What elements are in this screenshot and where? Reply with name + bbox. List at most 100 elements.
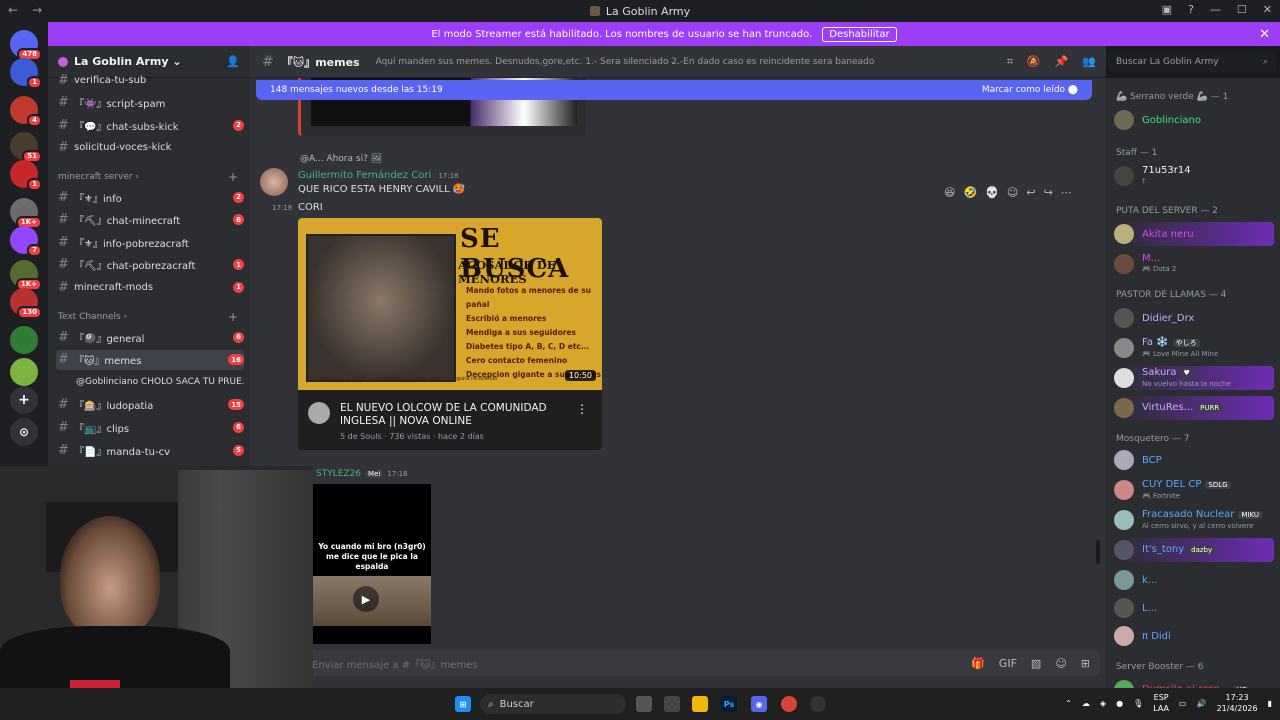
channel-item[interactable]: # 『⛏』chat-pobrezacraft 1 [56, 255, 244, 275]
member-item[interactable]: M... 🎮 Dota 2 [1114, 252, 1274, 276]
maximize-icon[interactable]: ☐ [1237, 3, 1247, 16]
volume-icon[interactable]: 🔊 [1197, 699, 1207, 708]
reaction-skull-icon[interactable]: 💀 [985, 186, 999, 199]
emoji-icon[interactable]: ☺ [1055, 657, 1066, 670]
video-title[interactable]: EL NUEVO LOLCOW DE LA COMUNIDAD INGLESA … [340, 402, 547, 428]
server-icon-5[interactable]: 1K+ [10, 198, 42, 229]
notification-icon[interactable]: ▮ [1268, 699, 1272, 708]
tray-mic-icon[interactable]: 🎙 [1133, 699, 1143, 708]
channel-item[interactable]: # minecraft-mods 1 [56, 277, 244, 297]
channel-item[interactable]: # 『⚜』info 2 [56, 187, 244, 207]
app2-icon[interactable] [810, 696, 826, 712]
gif-icon[interactable]: GIF [999, 657, 1017, 670]
category-minecraft[interactable]: minecraft server › + [58, 170, 238, 184]
pin-icon[interactable]: 📌 [1055, 55, 1069, 69]
reply-icon[interactable]: ↩ [1026, 186, 1035, 199]
chrome-icon[interactable] [781, 696, 797, 712]
member-item[interactable]: VirtuRes... PURR [1114, 396, 1274, 420]
channel-item[interactable]: # verifica-tu-sub [56, 70, 244, 90]
forward-icon[interactable]: ↪ [1044, 186, 1053, 199]
server-icon-2[interactable]: 4 [10, 96, 42, 127]
reaction-rofl-icon[interactable]: 🤣 [963, 186, 977, 199]
help-icon[interactable]: ? [1188, 3, 1194, 16]
category-text-channels[interactable]: Text Channels › + [58, 310, 238, 324]
tray-app-icon[interactable]: ☁ [1082, 699, 1090, 708]
member-item[interactable]: Akita neru [1114, 222, 1274, 246]
more-icon[interactable]: ⋯ [1061, 186, 1072, 199]
message-author[interactable]: STYLEZ26 Mei 17:18 [316, 469, 408, 479]
discover-icon[interactable]: ⊙ [10, 418, 38, 446]
threads-icon[interactable]: ⌗ [1007, 55, 1013, 69]
server-icon-7[interactable]: 1K+ [10, 260, 42, 291]
add-reaction-icon[interactable]: ☺ [1007, 186, 1018, 199]
new-messages-bar[interactable]: 148 mensajes nuevos desde las 15:19 Marc… [256, 80, 1092, 100]
member-item[interactable]: It's_tony dazby [1114, 538, 1274, 562]
inbox-icon[interactable]: ▣ [1162, 3, 1172, 16]
avatar[interactable] [260, 168, 288, 196]
clock[interactable]: 17:23 21/4/2026 [1217, 692, 1258, 714]
add-member-icon[interactable]: 👤 [226, 55, 240, 68]
add-server-icon[interactable]: + [10, 386, 38, 414]
language-indicator[interactable]: ESP LAA [1153, 692, 1169, 714]
server-icon-4[interactable]: 1 [10, 160, 42, 191]
member-item[interactable]: 71u53r14 † [1114, 164, 1274, 188]
server-icon-3[interactable]: 51 [10, 132, 42, 163]
channel-item[interactable]: # solicitud-voces-kick [56, 138, 244, 158]
member-item[interactable]: Didier_Drx [1114, 306, 1274, 330]
member-item[interactable]: Dumsilo el cron...UC [1114, 678, 1274, 688]
channel-item[interactable]: # 『⛏』chat-minecraft 6 [56, 210, 244, 230]
play-icon[interactable]: ▶ [353, 586, 379, 612]
channel-item[interactable]: # 『📺』clips 6 [56, 417, 244, 437]
server-icon-6[interactable]: 7 [10, 226, 42, 257]
channel-item[interactable]: # 『🎱』general 6 [56, 327, 244, 347]
message-author[interactable]: Guillermito Fernández Cori 17:18 [298, 170, 459, 181]
close-window-icon[interactable]: ✕ [1263, 3, 1272, 16]
taskbar-search[interactable]: ⌕ Buscar [480, 694, 626, 714]
member-item[interactable]: Fracasado Nuclear MIKU Al cerro sirvo, y a… [1114, 508, 1274, 532]
channel-item[interactable]: # 『⚜』info-pobrezacraft [56, 232, 244, 252]
app-icon[interactable] [664, 696, 680, 712]
video-menu-icon[interactable]: ⋮ [576, 402, 588, 416]
tray-shield-icon[interactable]: ◈ [1100, 699, 1106, 708]
server-icon-9[interactable] [10, 326, 38, 354]
apps-icon[interactable]: ⊞ [1081, 657, 1090, 670]
server-icon-8[interactable]: 130 [10, 288, 42, 319]
video-embed[interactable]: SE BUSCA ACOSADOR DE MENORES Mando fotos… [298, 218, 602, 450]
channel-item[interactable]: # 『🐱』memes 16 [56, 349, 244, 370]
scrollbar[interactable] [1096, 540, 1100, 564]
channel-item[interactable]: # 『📄』manda-tu-cv 5 [56, 440, 244, 460]
discord-icon[interactable]: ◉ [751, 696, 767, 712]
channel-item[interactable]: # 『👾』script-spam [56, 93, 244, 113]
tray-chevron-icon[interactable]: ⌃ [1065, 699, 1072, 708]
file-explorer-icon[interactable] [692, 696, 708, 712]
server-icon-10[interactable] [10, 358, 38, 386]
add-channel-icon[interactable]: + [228, 170, 238, 184]
member-item[interactable]: Goblinciano [1114, 108, 1274, 132]
member-item[interactable]: L... [1114, 596, 1274, 620]
channel-item[interactable]: # 『💬』chat-subs-kick 2 [56, 115, 244, 135]
sticker-icon[interactable]: ▧ [1031, 657, 1041, 670]
member-item[interactable]: π Didi [1114, 624, 1274, 648]
photoshop-icon[interactable]: Ps [721, 696, 737, 712]
mute-icon[interactable]: 🔕 [1027, 55, 1041, 69]
channel-item[interactable]: @Goblinciano CHOLO SACA TU PRUE... [74, 372, 244, 392]
close-icon[interactable]: ✕ [1259, 27, 1270, 42]
back-icon[interactable]: ← [8, 3, 18, 17]
reply-reference[interactable]: @A... Ahora si? 🖼 [300, 154, 382, 164]
task-view-icon[interactable] [636, 696, 652, 712]
video-thumbnail[interactable]: SE BUSCA ACOSADOR DE MENORES Mando fotos… [298, 218, 602, 390]
forward-icon[interactable]: → [32, 3, 42, 17]
member-item[interactable]: CUY DEL CP SDLG 🎮 Fortnite [1114, 478, 1274, 502]
member-list-icon[interactable]: 👥 [1082, 55, 1096, 69]
member-item[interactable]: k... [1114, 568, 1274, 592]
member-item[interactable]: BCP [1114, 448, 1274, 472]
member-item[interactable]: Sakura ♥ No vuelvo hasta la noche [1114, 366, 1274, 390]
reaction-laugh-icon[interactable]: 😆 [944, 186, 955, 199]
channel-item[interactable]: # 『🎰』ludopatia 15 [56, 395, 244, 415]
tray-steam-icon[interactable]: ● [1116, 699, 1123, 708]
video-attachment[interactable]: Yo cuando mi bro (n3gr0) me dice que le … [313, 484, 431, 644]
server-icon-1[interactable]: 1 [10, 58, 42, 89]
gift-icon[interactable]: 🎁 [971, 657, 985, 670]
member-item[interactable]: Fa ❄️ やしろ 🎮 Love Mine All Mine [1114, 336, 1274, 360]
channel-topic[interactable]: Aqui manden sus memes. Desnudos,gore,etc… [376, 57, 936, 67]
